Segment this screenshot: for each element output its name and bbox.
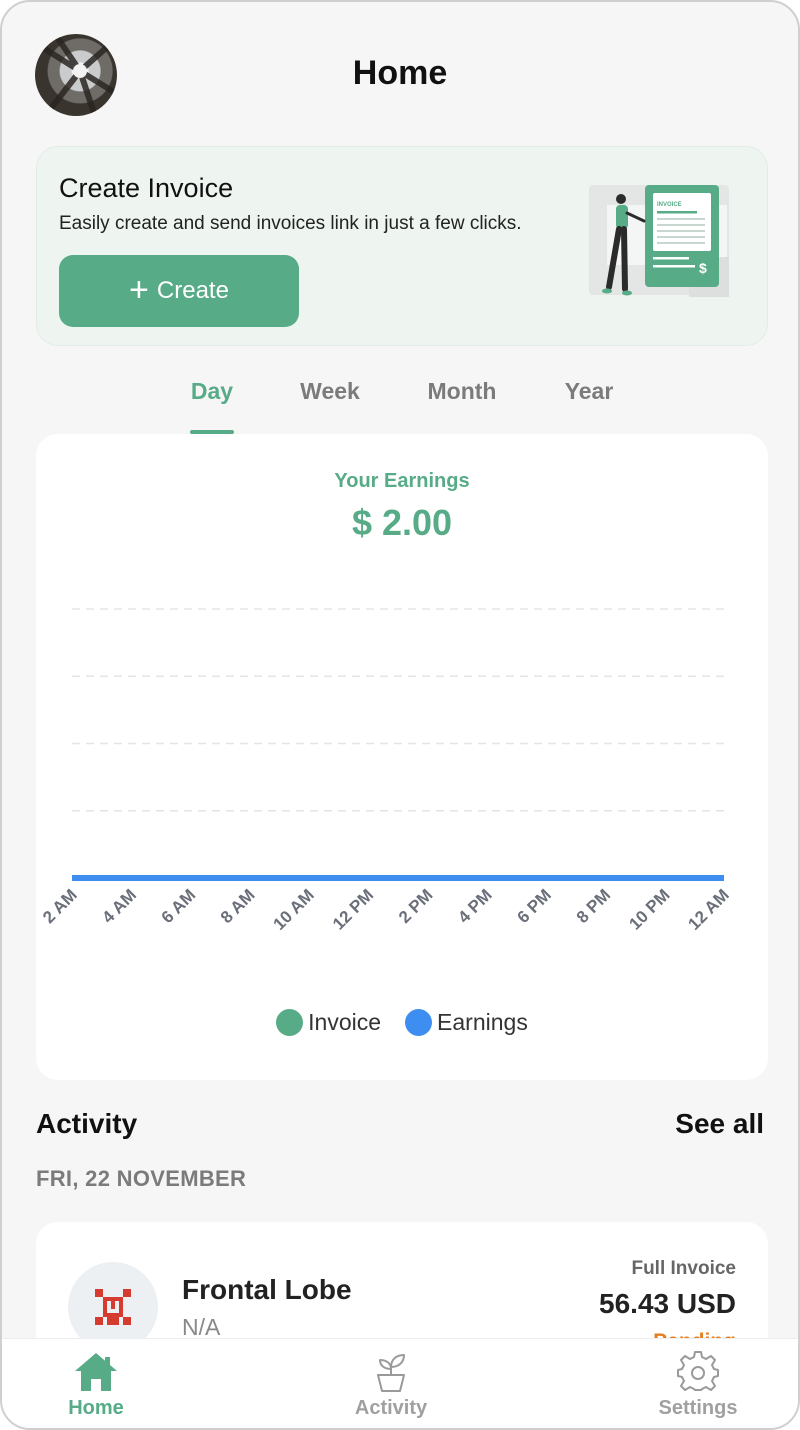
tab-week[interactable]: Week	[294, 378, 366, 434]
x-tick-label: 4 PM	[454, 885, 495, 926]
nav-activity-label: Activity	[354, 1397, 428, 1419]
x-tick-label: 6 AM	[158, 885, 200, 927]
earnings-label: Your Earnings	[334, 470, 470, 492]
chart-legend: Invoice Earnings	[36, 1009, 768, 1036]
activity-item-amount: 56.43 USD	[599, 1288, 736, 1319]
tab-month[interactable]: Month	[422, 378, 502, 434]
plant-icon	[377, 1354, 405, 1392]
app-screen: Home Create Invoice Easily create and se…	[0, 0, 800, 1430]
invoice-illustration: INVOICE $	[589, 185, 729, 297]
x-tick-label: 2 AM	[39, 885, 81, 927]
plus-icon: +	[129, 270, 149, 309]
nav-activity[interactable]: Activity	[331, 1351, 451, 1420]
x-tick-label: 6 PM	[514, 885, 555, 926]
x-tick-label: 12 AM	[684, 885, 732, 933]
period-tabs: Day Week Month Year	[2, 378, 798, 434]
legend-item-invoice: Invoice	[276, 1009, 381, 1036]
activity-item-name: Frontal Lobe	[182, 1274, 352, 1305]
earnings-value: $ 2.00	[351, 502, 453, 543]
tab-day[interactable]: Day	[190, 378, 234, 434]
see-all-link[interactable]: See all	[675, 1108, 764, 1140]
legend-item-earnings: Earnings	[405, 1009, 528, 1036]
illustration-invoice-text: INVOICE	[657, 202, 682, 208]
create-invoice-description: Easily create and send invoices link in …	[59, 213, 522, 234]
earnings-chart-card: Your Earnings $ 2.00 2 AM 4 AM 6 AM 8 AM 10 …	[36, 434, 768, 1080]
legend-label-invoice: Invoice	[308, 1009, 382, 1035]
home-icon	[75, 1353, 117, 1391]
x-tick-label: 4 AM	[98, 885, 140, 927]
x-tick-label: 10 PM	[625, 885, 673, 933]
legend-dot-earnings	[405, 1009, 433, 1036]
activity-date: FRI, 22 NOVEMBER	[36, 1166, 247, 1191]
create-invoice-button[interactable]: + Create	[59, 255, 299, 327]
nav-home[interactable]: Home	[36, 1351, 156, 1420]
nav-settings[interactable]: Settings	[638, 1351, 758, 1420]
create-invoice-card: Create Invoice Easily create and send in…	[36, 146, 768, 346]
x-tick-label: 2 PM	[395, 885, 436, 926]
page-title: Home	[352, 54, 448, 92]
x-tick-label: 12 PM	[329, 885, 377, 933]
illustration-dollar-text: $	[699, 260, 707, 276]
bottom-nav: Home Activity Settings	[2, 1338, 798, 1428]
earnings-line-chart: 2 AM 4 AM 6 AM 8 AM 10 AM 12 PM 2 PM 4 PM 6 PM 8 …	[39, 608, 733, 934]
gear-icon	[677, 1351, 719, 1391]
tab-year[interactable]: Year	[560, 378, 618, 434]
nav-home-label: Home	[68, 1397, 124, 1419]
create-invoice-title: Create Invoice	[59, 173, 234, 203]
activity-item-subtitle: N/A	[182, 1314, 221, 1340]
create-button-label: Create	[156, 277, 229, 304]
activity-item-type: Full Invoice	[631, 1258, 736, 1279]
legend-label-earnings: Earnings	[437, 1009, 528, 1035]
nav-settings-label: Settings	[658, 1397, 738, 1419]
x-tick-label: 8 AM	[217, 885, 259, 927]
legend-dot-invoice	[276, 1009, 304, 1036]
x-tick-label: 10 AM	[270, 885, 318, 933]
activity-heading: Activity	[36, 1108, 138, 1139]
x-tick-label: 8 PM	[573, 885, 614, 926]
